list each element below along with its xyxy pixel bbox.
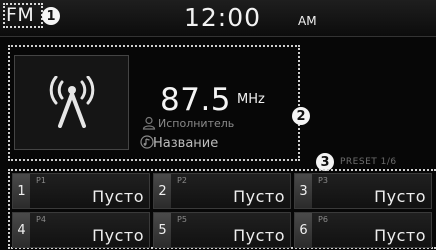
preset-button-2[interactable]: 2 P2 Пусто (153, 173, 291, 209)
preset-tag: P2 (177, 176, 187, 185)
clock-ampm: AM (298, 14, 317, 28)
callout-marker-2: 2 (292, 107, 310, 125)
music-note-icon (140, 135, 154, 149)
preset-number: 2 (154, 174, 171, 208)
station-art-tile (14, 55, 129, 150)
preset-number: 1 (13, 174, 30, 208)
preset-label: Пусто (233, 187, 285, 206)
preset-grid: 1 P1 Пусто 2 P2 Пусто 3 P3 Пусто 4 P4 Пу… (8, 169, 436, 249)
preset-label: Пусто (92, 226, 144, 245)
frequency-value: 87.5 (160, 82, 232, 118)
preset-label: Пусто (92, 187, 144, 206)
status-bar: FM 1 12:00 AM (0, 0, 436, 37)
radio-screen: FM 1 12:00 AM 87.5 MHz Исполнитель Назва… (0, 0, 436, 250)
preset-tag: P4 (36, 215, 46, 224)
preset-tag: P6 (318, 215, 328, 224)
clock-time: 12:00 (184, 3, 262, 32)
preset-number: 4 (13, 213, 30, 247)
preset-number: 3 (295, 174, 312, 208)
preset-button-4[interactable]: 4 P4 Пусто (12, 212, 150, 248)
preset-button-5[interactable]: 5 P5 Пусто (153, 212, 291, 248)
song-title-label: Название (153, 136, 219, 151)
source-label[interactable]: FM (6, 4, 34, 26)
preset-label: Пусто (374, 226, 426, 245)
preset-number: 5 (154, 213, 171, 247)
person-icon (142, 116, 156, 130)
artist-label: Исполнитель (158, 117, 235, 130)
preset-button-3[interactable]: 3 P3 Пусто (294, 173, 432, 209)
preset-label: Пусто (233, 226, 285, 245)
preset-page-label: PRESET 1/6 (340, 157, 397, 167)
antenna-icon (49, 76, 95, 128)
preset-number: 6 (295, 213, 312, 247)
preset-tag: P3 (318, 176, 328, 185)
preset-button-6[interactable]: 6 P6 Пусто (294, 212, 432, 248)
preset-label: Пусто (374, 187, 426, 206)
preset-tag: P5 (177, 215, 187, 224)
preset-tag: P1 (36, 176, 46, 185)
preset-button-1[interactable]: 1 P1 Пусто (12, 173, 150, 209)
frequency-unit: MHz (237, 92, 265, 107)
callout-marker-1: 1 (42, 7, 60, 25)
